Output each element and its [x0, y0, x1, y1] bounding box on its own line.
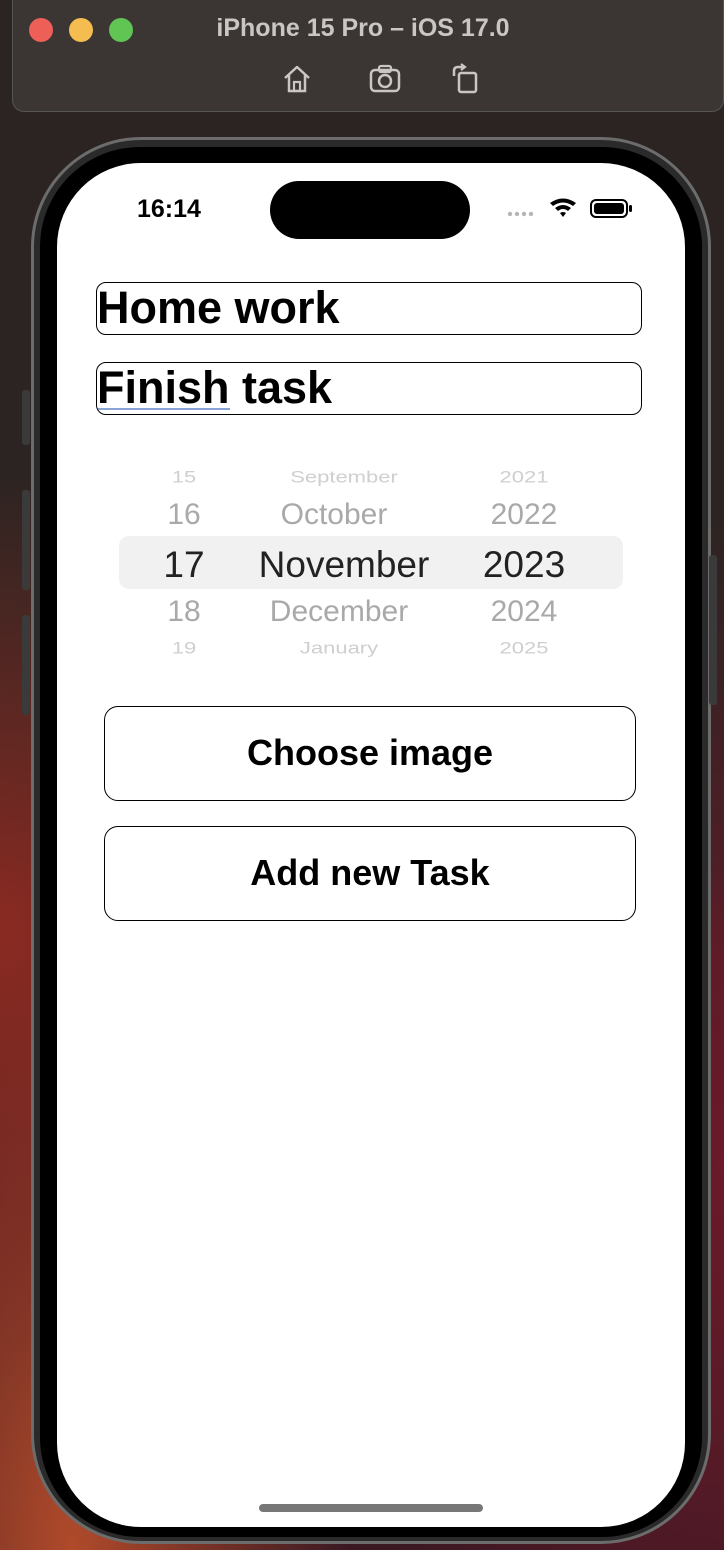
home-icon[interactable] [280, 62, 314, 96]
volume-up-side [22, 490, 30, 590]
dynamic-island [270, 181, 470, 239]
choose-image-button[interactable]: Choose image [104, 706, 636, 801]
picker-year-item: 2021 [499, 467, 549, 486]
picker-month-item: October [280, 498, 388, 531]
spellcheck-underline [97, 408, 230, 410]
picker-day-item: 19 [171, 638, 197, 657]
cellular-dots-icon [507, 211, 534, 217]
picker-year-column[interactable]: 2021 2022 2023 2024 2025 [474, 458, 574, 658]
date-picker[interactable]: 15 16 17 18 19 September October Novembe… [119, 458, 623, 658]
volume-down-side [22, 615, 30, 715]
picker-month-selected: November [258, 544, 430, 585]
status-icons [507, 197, 637, 221]
picker-day-item: 15 [171, 467, 197, 486]
screenshot-icon[interactable] [368, 62, 402, 96]
add-task-button[interactable]: Add new Task [104, 826, 636, 921]
picker-year-item: 2022 [490, 498, 558, 531]
simulator-title: iPhone 15 Pro – iOS 17.0 [216, 14, 510, 42]
picker-month-item: September [290, 467, 398, 486]
simulator-toolbar: iPhone 15 Pro – iOS 17.0 [12, 0, 724, 112]
rotate-icon[interactable] [448, 62, 482, 96]
wifi-icon [550, 198, 576, 217]
picker-month-item: January [299, 638, 379, 657]
picker-day-selected: 17 [163, 544, 205, 585]
picker-month-item: December [269, 595, 409, 628]
battery-icon [590, 199, 632, 218]
picker-year-item: 2025 [499, 638, 549, 657]
picker-year-item: 2024 [490, 595, 558, 628]
description-input-value: Finish task [97, 362, 333, 413]
home-indicator[interactable] [259, 1504, 483, 1512]
description-input[interactable]: Finish task [96, 362, 642, 415]
status-time: 16:14 [137, 195, 201, 223]
title-input[interactable]: Home work [96, 282, 642, 335]
picker-day-item: 18 [167, 595, 201, 628]
picker-day-column[interactable]: 15 16 17 18 19 [149, 458, 219, 658]
picker-month-column[interactable]: September October November December Janu… [249, 458, 439, 658]
picker-year-selected: 2023 [482, 544, 566, 585]
power-side [709, 555, 717, 705]
picker-day-item: 16 [167, 498, 201, 531]
phone-screen: 16:14 Home work Finish task 15 16 17 18 … [57, 163, 685, 1527]
title-input-value: Home work [97, 282, 340, 333]
action-button-side [22, 390, 30, 445]
